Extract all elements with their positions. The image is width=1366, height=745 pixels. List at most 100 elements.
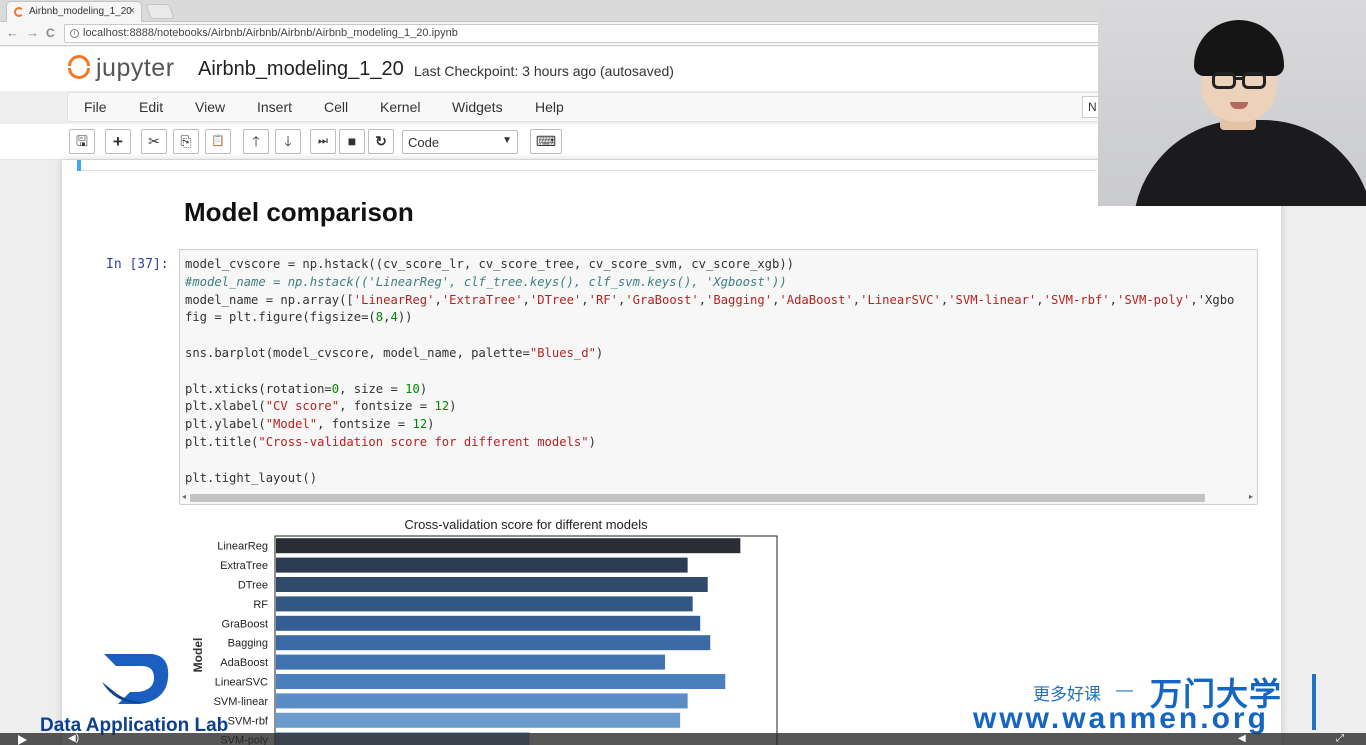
copy-button[interactable]: ⎘	[173, 129, 199, 154]
chart-bar	[276, 635, 711, 651]
markdown-heading: Model comparison	[184, 197, 414, 227]
chart-tick-label: LinearReg	[217, 541, 268, 553]
step-forward-icon: ⏭	[318, 135, 328, 147]
back-icon[interactable]: ←	[6, 25, 19, 40]
keyboard-icon: ⌨	[535, 133, 557, 149]
chart-tick-label: Bagging	[228, 638, 268, 650]
code-lines: model_cvscore = np.hstack((cv_score_lr, …	[185, 256, 1234, 487]
chevron-down-icon: ▼	[502, 135, 512, 146]
volume-icon[interactable]: ◀)	[68, 733, 79, 744]
cv-score-chart: Cross-validation score for different mod…	[191, 517, 778, 745]
menu-widgets[interactable]: Widgets	[452, 99, 503, 115]
tab-close-icon[interactable]: ×	[129, 5, 135, 17]
chart-bar	[276, 596, 693, 612]
wanmen-url: www.wanmen.org	[973, 702, 1269, 735]
chart-bar	[276, 654, 666, 670]
browser-tab[interactable]: Airbnb_modeling_1_20 ×	[6, 1, 142, 22]
code-cell-editor[interactable]: model_cvscore = np.hstack((cv_score_lr, …	[179, 249, 1258, 505]
command-palette-button[interactable]: ⌨	[530, 129, 562, 154]
chart-bar	[276, 557, 688, 573]
move-up-button[interactable]: 🡑	[243, 129, 269, 154]
jupyter-favicon-icon	[14, 7, 24, 17]
wanmen-divider	[1312, 674, 1316, 730]
insert-cell-button[interactable]: +	[105, 129, 131, 154]
chart-tick-label: LinearSVC	[215, 677, 268, 689]
horizontal-scrollbar[interactable]	[190, 494, 1205, 502]
chart-tick-label: RF	[253, 599, 268, 611]
menu-file[interactable]: File	[84, 99, 107, 115]
chart-tick-label: DTree	[238, 580, 268, 592]
save-button[interactable]: 🖫	[69, 129, 95, 154]
chart-tick-label: AdaBoost	[220, 657, 268, 669]
skip-back-icon[interactable]: ◀	[1238, 733, 1246, 744]
notebook-name[interactable]: Airbnb_modeling_1_20	[198, 58, 404, 81]
chart-bar	[276, 712, 681, 728]
chart-title: Cross-validation score for different mod…	[404, 517, 648, 532]
chart-bar	[276, 577, 708, 592]
run-button[interactable]: ⏭	[310, 129, 336, 154]
scroll-left-icon[interactable]: ◂	[182, 492, 186, 501]
interrupt-button[interactable]: ■	[339, 129, 365, 154]
code-line: plt.xlabel("CV score", fontsize = 12)	[185, 399, 457, 414]
menu-cell[interactable]: Cell	[324, 99, 348, 115]
chart-bar	[276, 693, 688, 709]
arrow-down-icon: 🡓	[284, 133, 292, 149]
chart-bar	[276, 538, 741, 554]
cut-button[interactable]: ✂	[141, 129, 167, 154]
paste-icon: 📋	[211, 135, 225, 147]
plus-icon: +	[113, 132, 123, 151]
wanmen-dash: —	[1116, 680, 1133, 699]
menu-insert[interactable]: Insert	[257, 99, 292, 115]
screen: Airbnb_modeling_1_20 × ← → C i localhost…	[0, 0, 1366, 745]
menu-kernel[interactable]: Kernel	[380, 99, 420, 115]
video-control-bar: ◀) ◀ ⤢	[0, 733, 1366, 745]
menu-edit[interactable]: Edit	[139, 99, 163, 115]
scissors-icon: ✂	[148, 133, 160, 149]
code-line: plt.xticks(rotation=0, size = 10)	[185, 381, 428, 396]
code-line: plt.title("Cross-validation score for di…	[185, 434, 596, 449]
restart-button[interactable]: ↻	[368, 129, 394, 154]
cell-type-select[interactable]: Code ▼	[402, 130, 518, 154]
chart-bar	[276, 674, 726, 689]
scroll-right-icon[interactable]: ▸	[1249, 492, 1253, 501]
refresh-icon: ↻	[375, 133, 387, 149]
reload-icon[interactable]: C	[46, 26, 55, 40]
info-icon[interactable]: i	[70, 29, 79, 38]
stop-icon: ■	[347, 133, 357, 149]
copy-icon: ⎘	[180, 133, 192, 149]
code-line: fig = plt.figure(figsize=(8,4))	[185, 310, 413, 325]
cell-prompt: In [37]:	[106, 257, 169, 272]
move-down-button[interactable]: 🡓	[275, 129, 301, 154]
paste-button[interactable]: 📋	[205, 129, 231, 154]
jupyter-logo-icon[interactable]	[66, 52, 92, 82]
code-line: model_cvscore = np.hstack((cv_score_lr, …	[185, 257, 795, 271]
url-input[interactable]: i localhost:8888/notebooks/Airbnb/Airbnb…	[64, 24, 1104, 43]
play-icon[interactable]	[18, 735, 27, 745]
code-line: plt.ylabel("Model", fontsize = 12)	[185, 417, 435, 432]
code-line: #model_name = np.hstack(('LinearReg', cl…	[185, 274, 787, 289]
presenter-body	[1133, 120, 1366, 206]
tab-title: Airbnb_modeling_1_20	[29, 6, 132, 17]
fullscreen-icon[interactable]: ⤢	[1336, 733, 1344, 744]
forward-icon[interactable]: →	[26, 25, 39, 40]
chart-tick-label: SVM-linear	[214, 696, 269, 708]
dal-logo-icon	[102, 654, 169, 704]
jupyter-logo-text[interactable]: jupyter	[96, 54, 175, 83]
chart-tick-label: GraBoost	[222, 618, 268, 630]
menu-bar: File Edit View Insert Cell Kernel Widget…	[67, 92, 1127, 122]
checkpoint-status: Last Checkpoint: 3 hours ago (autosaved)	[414, 63, 674, 79]
webcam-overlay	[1098, 0, 1366, 206]
chart-tick-label: ExtraTree	[220, 560, 268, 572]
menu-help[interactable]: Help	[535, 99, 564, 115]
save-icon: 🖫	[76, 133, 88, 149]
code-line: plt.tight_layout()	[185, 470, 318, 485]
url-text: localhost:8888/notebooks/Airbnb/Airbnb/A…	[83, 27, 458, 39]
arrow-up-icon: 🡑	[252, 133, 260, 149]
menu-view[interactable]: View	[195, 99, 225, 115]
new-tab-button[interactable]	[145, 4, 175, 19]
code-line: sns.barplot(model_cvscore, model_name, p…	[185, 345, 604, 360]
code-line: model_name = np.array(['LinearReg','Extr…	[185, 292, 1235, 307]
